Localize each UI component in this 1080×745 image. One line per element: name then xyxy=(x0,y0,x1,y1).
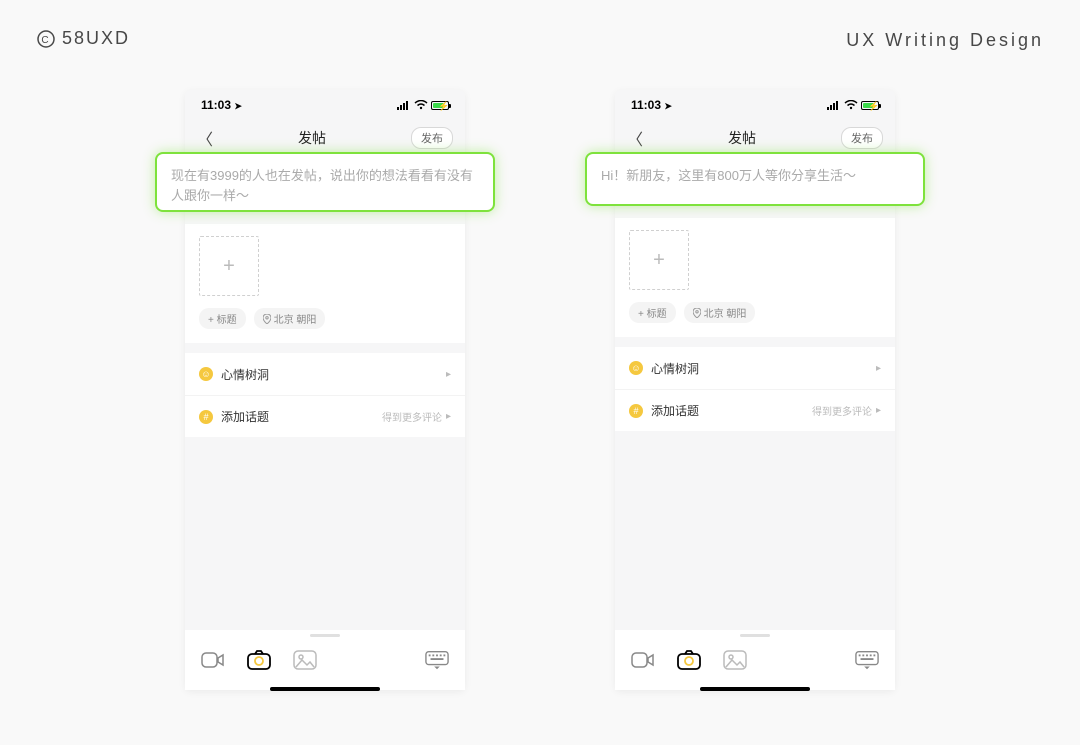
camera-icon[interactable] xyxy=(677,648,701,672)
status-time: 11:03 ➤ xyxy=(201,98,242,112)
placeholder-highlight[interactable]: Hi！新朋友，这里有800万人等你分享生活～ xyxy=(585,152,925,206)
keyboard-icon[interactable] xyxy=(855,648,879,672)
wifi-icon xyxy=(844,100,858,110)
placeholder-text: Hi！新朋友，这里有800万人等你分享生活～ xyxy=(601,166,909,186)
add-image-button[interactable]: + xyxy=(629,230,689,290)
image-icon[interactable] xyxy=(723,648,747,672)
status-time: 11:03 ➤ xyxy=(631,98,672,112)
plus-icon: + xyxy=(223,255,235,278)
image-icon[interactable] xyxy=(293,648,317,672)
list-label: 添加话题 xyxy=(221,408,269,425)
status-bar: 11:03 ➤ ⚡ xyxy=(615,90,895,120)
add-title-chip[interactable]: + 标题 xyxy=(629,302,676,323)
add-title-chip[interactable]: + 标题 xyxy=(199,308,246,329)
home-indicator xyxy=(270,687,380,691)
bottom-toolbar xyxy=(615,630,895,690)
list-label: 心情树洞 xyxy=(221,366,269,383)
list-item-topic[interactable]: # 添加话题 得到更多评论 ▸ xyxy=(185,395,465,437)
bottom-toolbar xyxy=(185,630,465,690)
add-image-button[interactable]: + xyxy=(199,236,259,296)
camera-icon[interactable] xyxy=(247,648,271,672)
status-icons: ⚡ xyxy=(827,100,879,110)
video-icon[interactable] xyxy=(631,648,655,672)
location-pin-icon xyxy=(263,314,271,324)
status-icons: ⚡ xyxy=(397,100,449,110)
nav-title: 发帖 xyxy=(728,128,756,148)
brand: C 58UXD xyxy=(36,28,130,49)
chevron-right-icon: ▸ xyxy=(446,411,451,422)
list-item-mood[interactable]: ☺ 心情树洞 ▸ xyxy=(615,347,895,389)
list-label: 添加话题 xyxy=(651,402,699,419)
brand-text: 58UXD xyxy=(62,28,130,49)
svg-text:C: C xyxy=(41,35,50,46)
drag-handle[interactable] xyxy=(310,634,340,637)
back-button[interactable]: 〈 xyxy=(627,126,643,150)
publish-button[interactable]: 发布 xyxy=(841,127,883,149)
video-icon[interactable] xyxy=(201,648,225,672)
nav-bar: 〈 发帖 发布 xyxy=(185,120,465,156)
location-chip[interactable]: 北京 朝阳 xyxy=(254,308,326,329)
copyright-icon: C xyxy=(36,29,56,49)
signal-icon xyxy=(397,100,411,110)
hash-icon: # xyxy=(629,404,643,418)
phone-mock-right: 11:03 ➤ ⚡ 〈 发帖 发布 Hi！新朋友，这里有800万人等你分享生活～… xyxy=(615,90,895,690)
list-label: 心情树洞 xyxy=(651,360,699,377)
location-chip[interactable]: 北京 朝阳 xyxy=(684,302,756,323)
phone-mock-left: 11:03 ➤ ⚡ 〈 发帖 发布 现在有3999的人也在发帖，说出你的想法看看… xyxy=(185,90,465,690)
image-add-area: + xyxy=(185,224,465,302)
nav-title: 发帖 xyxy=(298,128,326,148)
signal-icon xyxy=(827,100,841,110)
location-pin-icon xyxy=(693,308,701,318)
battery-icon: ⚡ xyxy=(861,101,879,110)
plus-icon: + xyxy=(653,249,665,272)
drag-handle[interactable] xyxy=(740,634,770,637)
chevron-right-icon: ▸ xyxy=(446,369,451,380)
back-button[interactable]: 〈 xyxy=(197,126,213,150)
nav-bar: 〈 发帖 发布 xyxy=(615,120,895,156)
publish-button[interactable]: 发布 xyxy=(411,127,453,149)
wifi-icon xyxy=(414,100,428,110)
placeholder-text: 现在有3999的人也在发帖，说出你的想法看看有没有人跟你一样～ xyxy=(171,166,479,205)
hash-icon: # xyxy=(199,410,213,424)
image-add-area: + xyxy=(615,218,895,296)
smile-icon: ☺ xyxy=(629,361,643,375)
status-bar: 11:03 ➤ ⚡ xyxy=(185,90,465,120)
list-hint: 得到更多评论 xyxy=(812,403,872,418)
list-item-topic[interactable]: # 添加话题 得到更多评论 ▸ xyxy=(615,389,895,431)
battery-icon: ⚡ xyxy=(431,101,449,110)
list-hint: 得到更多评论 xyxy=(382,409,442,424)
home-indicator xyxy=(700,687,810,691)
header-subtitle: UX Writing Design xyxy=(846,30,1044,51)
chevron-right-icon: ▸ xyxy=(876,405,881,416)
keyboard-icon[interactable] xyxy=(425,648,449,672)
placeholder-highlight[interactable]: 现在有3999的人也在发帖，说出你的想法看看有没有人跟你一样～ xyxy=(155,152,495,212)
chevron-right-icon: ▸ xyxy=(876,363,881,374)
list-item-mood[interactable]: ☺ 心情树洞 ▸ xyxy=(185,353,465,395)
smile-icon: ☺ xyxy=(199,367,213,381)
